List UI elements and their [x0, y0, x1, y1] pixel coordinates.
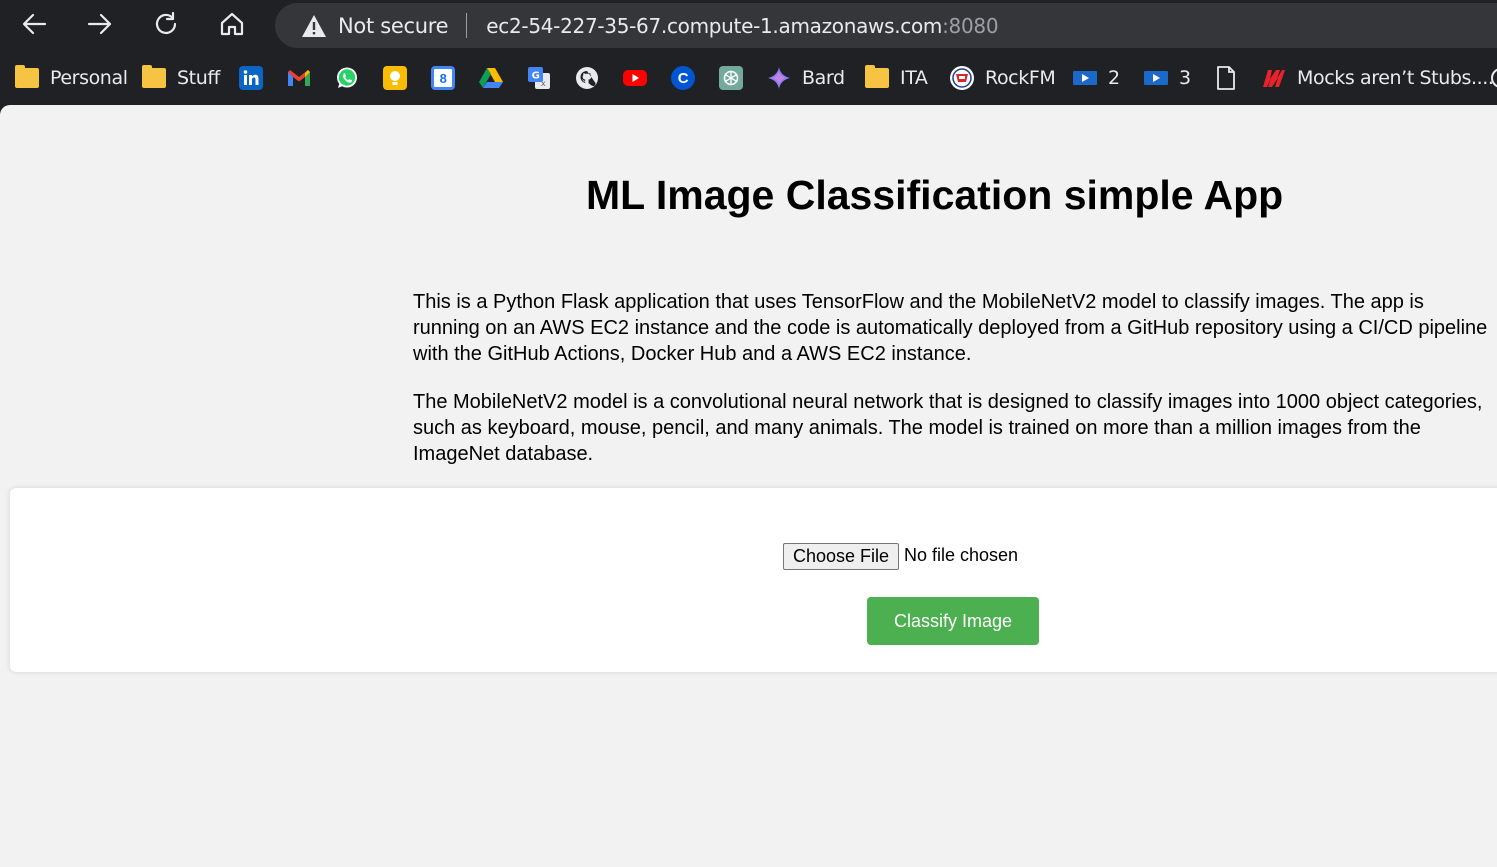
overflow-icon — [1489, 66, 1497, 90]
model-paragraph: The MobileNetV2 model is a convolutional… — [413, 391, 1483, 465]
bookmark-page[interactable] — [1214, 65, 1238, 91]
bookmark-chatgpt[interactable] — [719, 65, 743, 91]
bookmark-bard[interactable]: Bard — [767, 65, 845, 91]
bookmark-mocks-arent-stubs[interactable]: Mocks aren’t Stubs.... — [1262, 65, 1494, 91]
warning-icon[interactable] — [301, 14, 327, 38]
calendar-day: 8 — [439, 70, 447, 86]
reload-button[interactable] — [146, 6, 186, 46]
gmail-icon — [287, 66, 311, 90]
reload-icon — [152, 10, 180, 43]
calendar-icon: 8 — [431, 66, 455, 90]
address-bar[interactable]: Not secure ec2-54-227-35-67.compute-1.am… — [275, 3, 1497, 48]
bookmarks-bar: Personal Stuff 8 Gx C Bard ITA RockFM 2 … — [0, 52, 1497, 105]
bookmark-rockfm[interactable]: RockFM — [950, 65, 1056, 91]
coursera-letter: C — [677, 69, 689, 87]
bookmark-keep[interactable] — [383, 65, 407, 91]
bookmark-youtube[interactable] — [623, 65, 647, 91]
bookmark-ita[interactable]: ITA — [865, 65, 928, 91]
bookmark-github[interactable] — [575, 65, 599, 91]
bookmark-label: Stuff — [177, 67, 220, 89]
home-button[interactable] — [212, 6, 252, 46]
chatgpt-icon — [719, 66, 743, 90]
bookmark-overflow-partial[interactable] — [1489, 65, 1497, 91]
bard-icon — [767, 66, 791, 90]
keep-icon — [383, 66, 407, 90]
youtube-icon — [623, 66, 647, 90]
bookmark-label: Bard — [802, 67, 845, 89]
file-status-text: No file chosen — [904, 545, 1019, 565]
security-label[interactable]: Not secure — [338, 14, 449, 38]
bookmark-personal[interactable]: Personal — [15, 65, 128, 91]
address-divider — [466, 13, 468, 38]
linkedin-icon — [239, 66, 263, 90]
bookmark-stuff[interactable]: Stuff — [142, 65, 220, 91]
browser-toolbar: Not secure ec2-54-227-35-67.compute-1.am… — [0, 0, 1497, 52]
bookmark-calendar[interactable]: 8 — [431, 65, 455, 91]
folder-icon — [15, 65, 39, 90]
classify-image-button[interactable]: Classify Image — [867, 597, 1039, 645]
bookmark-drive[interactable] — [479, 65, 503, 91]
bookmark-label: Mocks aren’t Stubs.... — [1297, 67, 1494, 89]
translate-icon: Gx — [527, 66, 551, 90]
page-title: ML Image Classification simple App — [586, 172, 1284, 218]
folder-icon — [865, 65, 889, 90]
bookmark-2[interactable]: 2 — [1073, 65, 1120, 91]
bookmark-label: 2 — [1108, 67, 1120, 89]
bookmark-label: ITA — [900, 67, 928, 89]
bookmark-gmail[interactable] — [287, 65, 311, 91]
drive-icon — [479, 66, 503, 90]
bookmark-3[interactable]: 3 — [1144, 65, 1191, 91]
bookmark-label: 3 — [1179, 67, 1191, 89]
svg-text:x: x — [541, 79, 546, 88]
home-icon — [218, 10, 246, 43]
bookmark-label: Personal — [50, 67, 128, 89]
folder-icon — [142, 65, 166, 90]
whatsapp-icon — [335, 66, 359, 90]
url-text[interactable]: ec2-54-227-35-67.compute-1.amazonaws.com… — [486, 14, 998, 38]
upload-form: Choose File No file chosen Classify Imag… — [10, 488, 1497, 672]
bookmark-coursera[interactable]: C — [671, 65, 695, 91]
url-port: :8080 — [942, 13, 999, 38]
rockfm-icon — [950, 66, 974, 90]
play-icon — [1073, 66, 1097, 90]
coursera-icon: C — [671, 66, 695, 90]
bookmark-whatsapp[interactable] — [335, 65, 359, 91]
arrow-right-icon — [86, 10, 114, 43]
arrow-left-icon — [20, 10, 48, 43]
page-icon — [1214, 66, 1238, 90]
svg-text:G: G — [532, 71, 540, 82]
play-icon — [1144, 66, 1168, 90]
bookmark-label: RockFM — [985, 67, 1056, 89]
back-button[interactable] — [14, 6, 54, 46]
bookmark-linkedin[interactable] — [239, 65, 263, 91]
choose-file-button[interactable]: Choose File — [783, 543, 899, 570]
forward-button[interactable] — [80, 6, 120, 46]
martinfowler-icon — [1262, 66, 1286, 90]
bookmark-translate[interactable]: Gx — [527, 65, 551, 91]
description-paragraph: This is a Python Flask application that … — [413, 291, 1488, 365]
github-icon — [575, 66, 599, 90]
url-host: ec2-54-227-35-67.compute-1.amazonaws.com — [486, 13, 943, 38]
page-viewport: ML Image Classification simple App This … — [0, 105, 1497, 867]
